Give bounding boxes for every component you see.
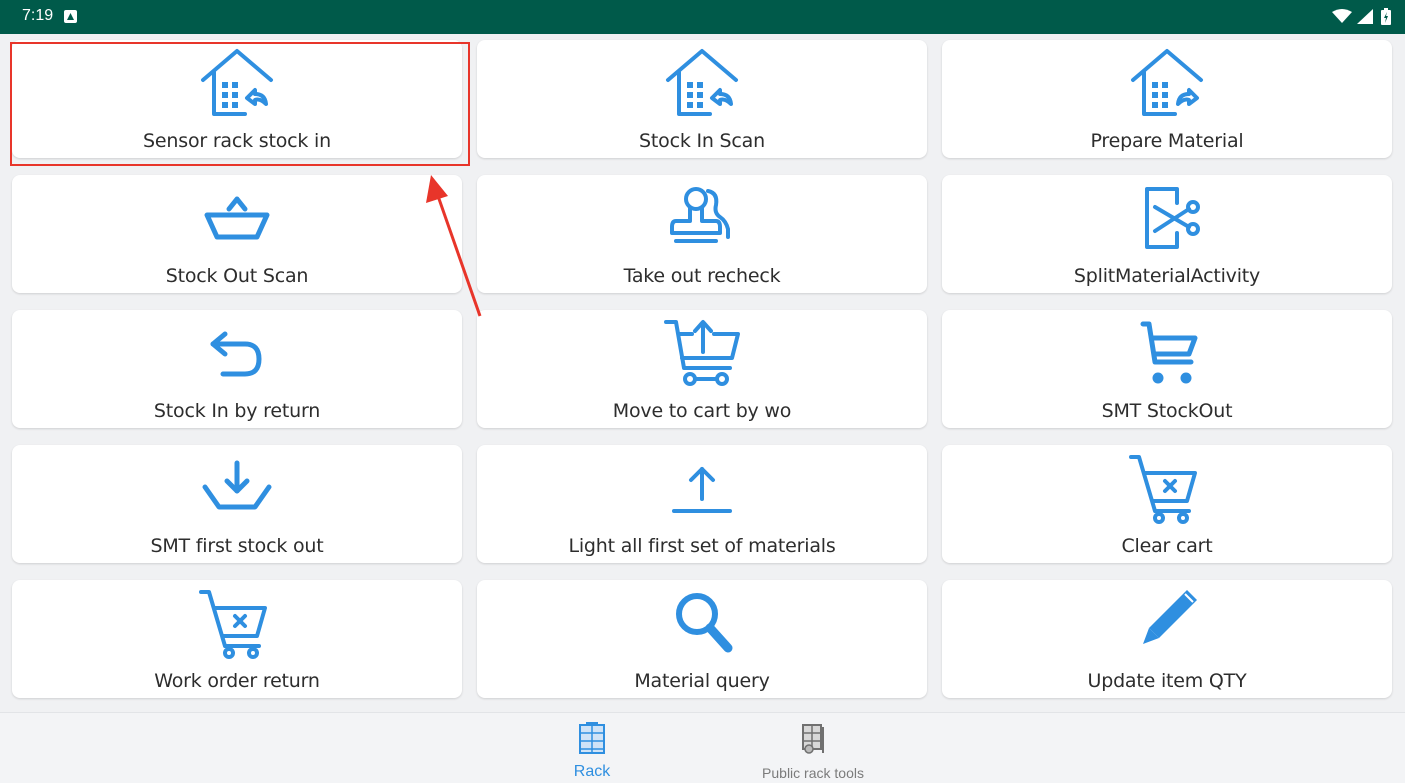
nav-item-rack[interactable]: Rack xyxy=(566,721,618,781)
tile-prepare-material[interactable]: Prepare Material xyxy=(942,40,1392,158)
tile-split-material-activity[interactable]: SplitMaterialActivity xyxy=(942,175,1392,293)
cart-icon xyxy=(1125,316,1209,390)
pencil-icon xyxy=(1125,586,1209,660)
tile-label: Prepare Material xyxy=(1090,130,1244,152)
tile-label: Sensor rack stock in xyxy=(143,130,331,152)
tile-label: Light all first set of materials xyxy=(568,535,836,557)
rack-tools-icon xyxy=(802,724,824,754)
tile-label: Update item QTY xyxy=(1087,670,1247,692)
tile-work-order-return[interactable]: Work order return xyxy=(12,580,462,698)
battery-icon xyxy=(1381,8,1391,25)
tile-stock-out-scan[interactable]: Stock Out Scan xyxy=(12,175,462,293)
search-icon xyxy=(660,586,744,660)
tile-take-out-recheck[interactable]: Take out recheck xyxy=(477,175,927,293)
tile-label: SplitMaterialActivity xyxy=(1073,265,1261,287)
tile-label: Clear cart xyxy=(1121,535,1213,557)
tile-material-query[interactable]: Material query xyxy=(477,580,927,698)
warehouse-return-icon xyxy=(195,46,279,120)
nav-label: Rack xyxy=(573,763,611,780)
cart-clear-icon xyxy=(1125,451,1209,525)
tile-label: Material query xyxy=(634,670,770,692)
tile-label: Stock In by return xyxy=(153,400,321,422)
wifi-icon xyxy=(1332,9,1352,23)
scissors-door-icon xyxy=(1125,181,1209,255)
signal-icon xyxy=(1357,9,1373,24)
tile-smt-first-stock-out[interactable]: SMT first stock out xyxy=(12,445,462,563)
tile-update-item-qty[interactable]: Update item QTY xyxy=(942,580,1392,698)
basket-icon xyxy=(195,181,279,255)
tile-move-to-cart-by-wo[interactable]: Move to cart by wo xyxy=(477,310,927,428)
tile-light-all-first-set[interactable]: Light all first set of materials xyxy=(477,445,927,563)
upload-arrow-icon xyxy=(660,451,744,525)
tile-sensor-rack-stock-in[interactable]: Sensor rack stock in xyxy=(12,40,462,158)
status-bar: 7:19 xyxy=(0,0,1405,34)
tray-download-icon xyxy=(195,451,279,525)
tile-label: Work order return xyxy=(154,670,320,692)
tile-clear-cart[interactable]: Clear cart xyxy=(942,445,1392,563)
bottom-navigation: Rack Public rack tools xyxy=(0,712,1405,783)
rack-icon xyxy=(579,722,605,754)
tile-label: Stock Out Scan xyxy=(165,265,309,287)
tile-smt-stockout[interactable]: SMT StockOut xyxy=(942,310,1392,428)
undo-arrow-icon xyxy=(195,316,279,390)
warehouse-forward-icon xyxy=(1125,46,1209,120)
function-grid: Sensor rack stock in Stock In Scan Prepa… xyxy=(12,40,1392,698)
tile-label: SMT first stock out xyxy=(150,535,324,557)
tile-label: Move to cart by wo xyxy=(612,400,792,422)
tile-label: Take out recheck xyxy=(623,265,781,287)
warehouse-return-icon xyxy=(660,46,744,120)
clock: 7:19 xyxy=(22,7,54,24)
nav-label: Public rack tools xyxy=(762,765,864,781)
tile-stock-in-by-return[interactable]: Stock In by return xyxy=(12,310,462,428)
cart-upload-icon xyxy=(660,316,744,390)
cart-clear-icon xyxy=(195,586,279,660)
tile-stock-in-scan[interactable]: Stock In Scan xyxy=(477,40,927,158)
nav-item-public-rack-tools[interactable]: Public rack tools xyxy=(745,721,881,781)
stamp-icon xyxy=(660,181,744,255)
notification-icon xyxy=(64,10,77,23)
tile-label: SMT StockOut xyxy=(1101,400,1233,422)
tile-label: Stock In Scan xyxy=(639,130,765,152)
